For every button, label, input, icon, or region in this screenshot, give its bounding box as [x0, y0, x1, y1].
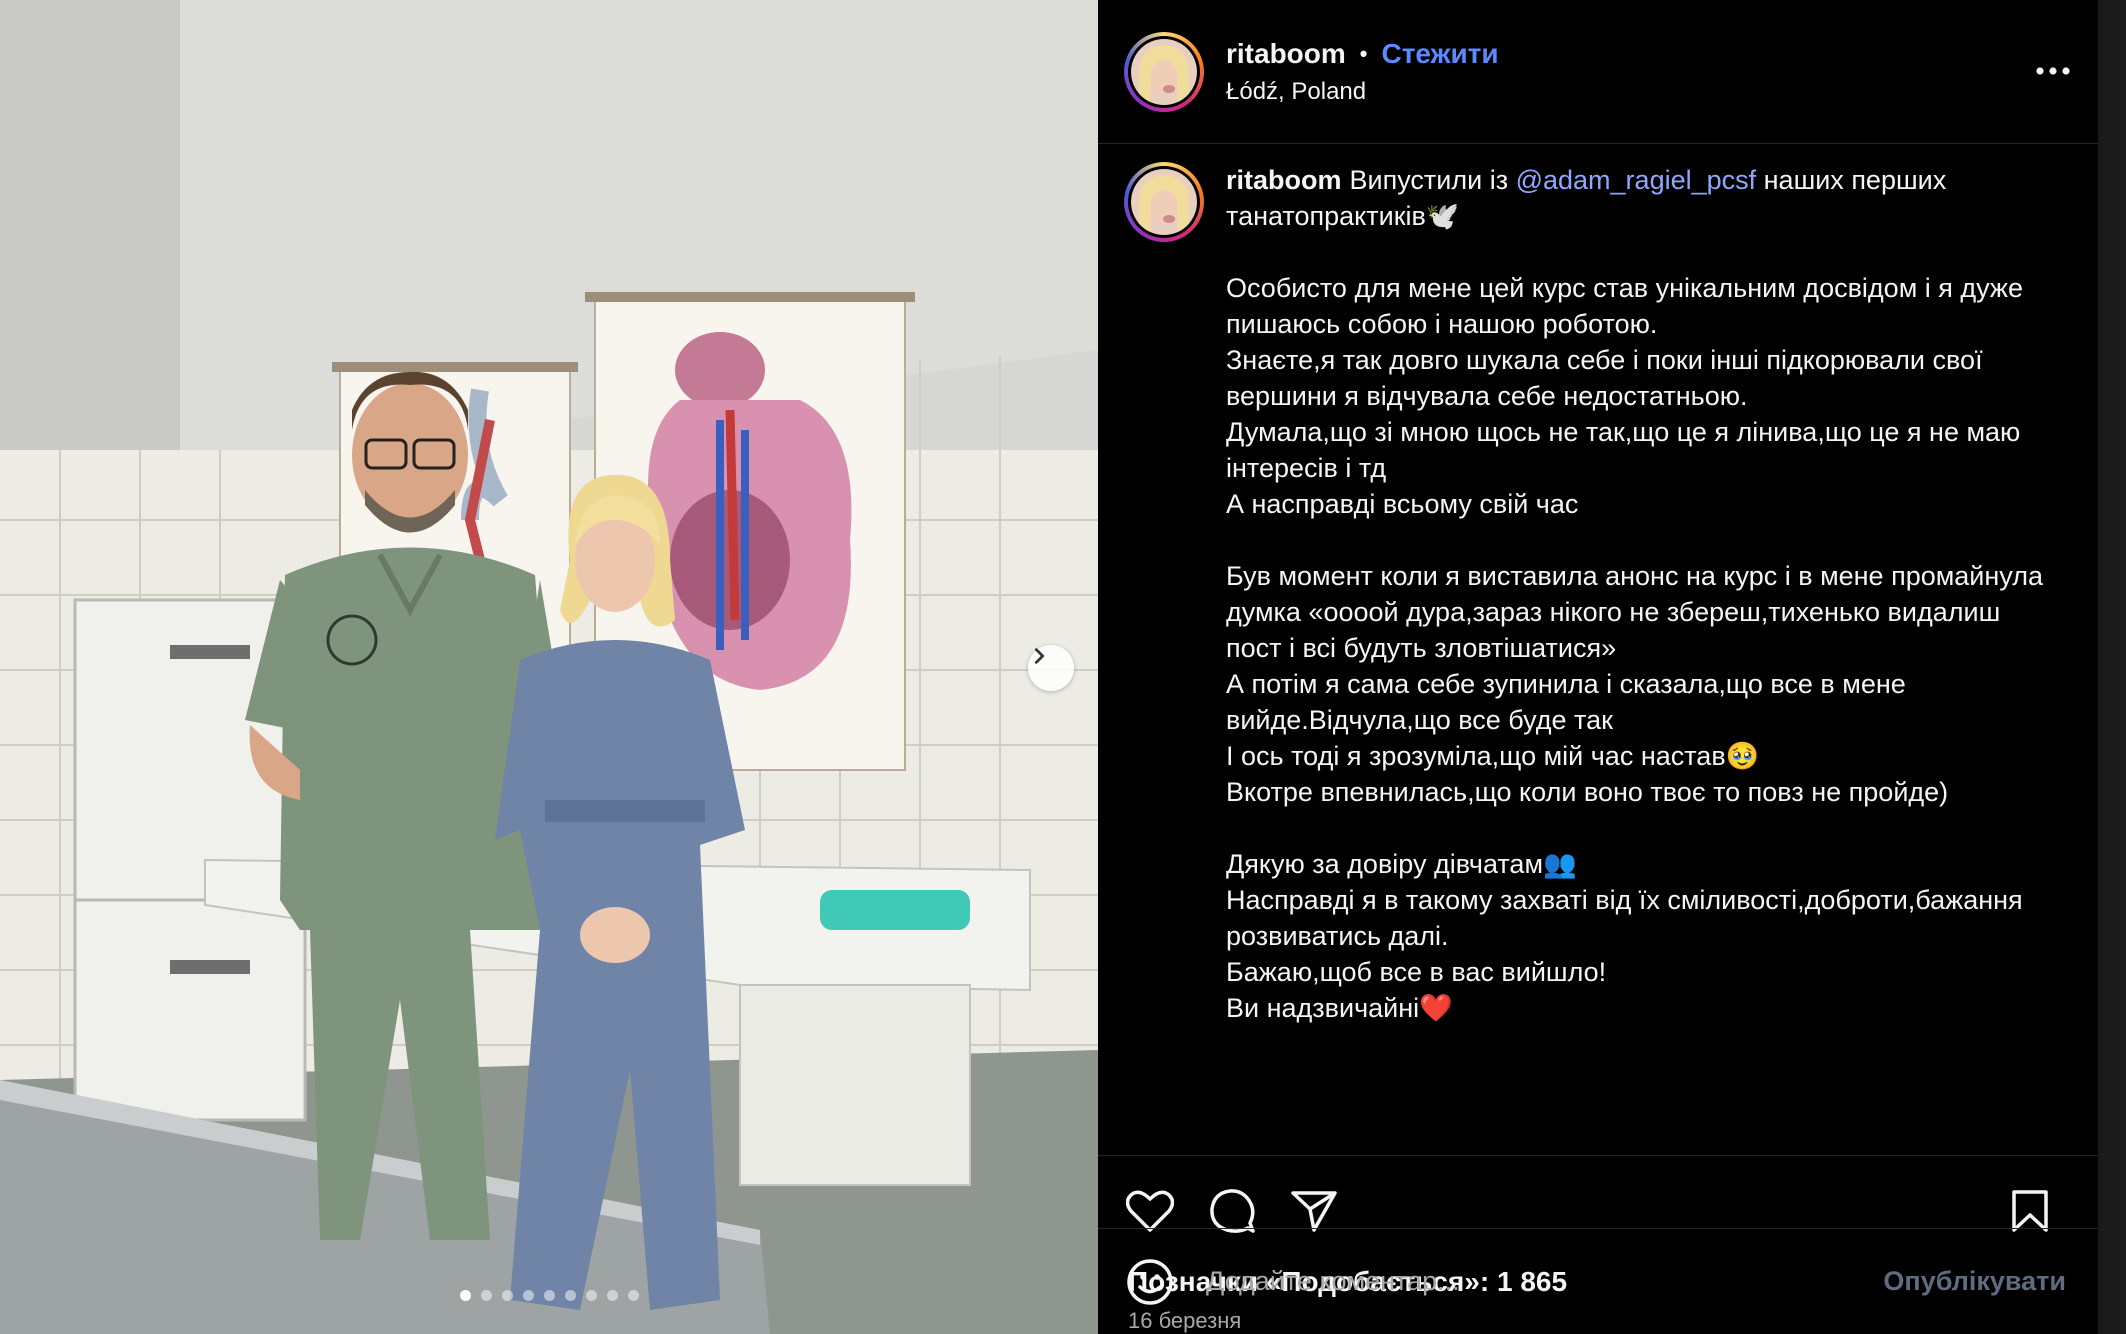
photo-scene — [0, 0, 1098, 1334]
carousel-dot — [607, 1290, 618, 1301]
carousel-dot — [502, 1290, 513, 1301]
caption-username[interactable]: ritaboom — [1226, 165, 1342, 195]
caption-mention-link[interactable]: @adam_ragiel_pcsf — [1516, 165, 1757, 195]
post-location[interactable]: Łódź, Poland — [1226, 78, 1499, 106]
bookmark-icon — [2012, 1190, 2048, 1232]
comment-input[interactable] — [1204, 1265, 1884, 1298]
carousel-dot — [565, 1290, 576, 1301]
more-options-button[interactable] — [2036, 63, 2070, 81]
caption-line: А насправді всьому свій час — [1226, 489, 1579, 519]
follow-button[interactable]: Стежити — [1381, 38, 1498, 70]
post-caption: ritaboom Випустили із @adam_ragiel_pcsf н… — [1226, 162, 2046, 1155]
avatar-image — [1131, 38, 1197, 105]
publish-button[interactable]: Опублікувати — [1883, 1266, 2066, 1297]
caption-line: Дякую за довіру дівчатам👥 — [1226, 849, 1577, 879]
caption-line: Насправді я в такому захваті від їх сміл… — [1226, 885, 2023, 951]
save-button[interactable] — [2010, 1189, 2050, 1233]
carousel-dot — [544, 1290, 555, 1301]
comment-bar: Опублікувати — [1098, 1228, 2098, 1334]
caption-line: Думала,що зі мною щось не так,що це я лі… — [1226, 417, 2021, 483]
caption-first-line: ritaboom Випустили із @adam_ragiel_pcsf н… — [1226, 162, 2046, 234]
avatar-image — [1131, 169, 1197, 235]
post-side-panel: ritaboom • Стежити Łódź, Poland ritaboom… — [1098, 0, 2098, 1334]
caption-avatar[interactable] — [1124, 162, 1204, 242]
caption-line: Бажаю,щоб все в вас вийшло! — [1226, 957, 1607, 987]
caption-section: ritaboom Випустили із @adam_ragiel_pcsf н… — [1098, 144, 2098, 1156]
carousel-dot — [481, 1290, 492, 1301]
carousel-dot — [460, 1290, 471, 1301]
post-photo[interactable] — [0, 0, 1098, 1334]
avatar[interactable] — [1124, 31, 1204, 112]
next-photo-button[interactable] — [1028, 645, 1074, 691]
paper-plane-icon — [1291, 1191, 1337, 1232]
caption-line: Вкотре впевнилась,що коли воно твоє то п… — [1226, 777, 1949, 807]
carousel-dot — [628, 1290, 639, 1301]
page-scroll-area — [2098, 0, 2126, 1334]
caption-line: Знаєте,я так довго шукала себе і поки ін… — [1226, 345, 1983, 411]
like-button[interactable] — [1126, 1189, 1174, 1233]
post-header: ritaboom • Стежити Łódź, Poland — [1098, 0, 2098, 144]
caption-line: Ви надзвичайні❤️ — [1226, 993, 1453, 1023]
smiley-icon — [1127, 1258, 1173, 1305]
carousel-dots — [460, 1290, 639, 1301]
caption-line: Був момент коли я виставила анонс на кур… — [1226, 561, 2043, 663]
more-horizontal-icon — [2036, 66, 2070, 75]
carousel-dot — [586, 1290, 597, 1301]
carousel-dot — [523, 1290, 534, 1301]
heart-icon — [1126, 1190, 1174, 1232]
separator-dot: • — [1359, 40, 1368, 66]
chevron-right-icon — [1034, 648, 1045, 664]
caption-text: Випустили із — [1349, 165, 1516, 195]
share-button[interactable] — [1290, 1189, 1338, 1233]
emoji-button[interactable] — [1126, 1258, 1174, 1306]
caption-line: А потім я сама себе зупинила і сказала,щ… — [1226, 669, 1906, 735]
caption-line: Особисто для мене цей курс став унікальн… — [1226, 273, 2024, 339]
caption-line: І ось тоді я зрозуміла,що мій час настав… — [1226, 741, 1760, 771]
post-modal: ritaboom • Стежити Łódź, Poland ritaboom… — [0, 0, 2098, 1334]
post-username[interactable]: ritaboom — [1226, 38, 1346, 70]
